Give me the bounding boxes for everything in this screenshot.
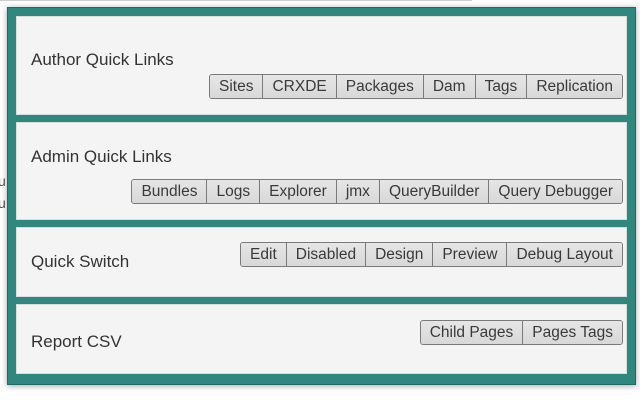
jmx-button[interactable]: jmx — [335, 180, 379, 203]
admin-quick-links-title: Admin Quick Links — [31, 147, 172, 166]
querybuilder-button[interactable]: QueryBuilder — [378, 180, 489, 203]
edit-button[interactable]: Edit — [241, 243, 286, 266]
debug-layout-button[interactable]: Debug Layout — [506, 243, 622, 266]
quick-switch-buttons: Edit Disabled Design Preview Debug Layou… — [240, 242, 623, 267]
design-button[interactable]: Design — [365, 243, 433, 266]
explorer-button[interactable]: Explorer — [259, 180, 336, 203]
author-quick-links-buttons: Sites CRXDE Packages Dam Tags Replicatio… — [209, 74, 623, 99]
packages-button[interactable]: Packages — [335, 75, 423, 98]
report-csv-panel: Report CSV Child Pages Pages Tags — [16, 304, 627, 374]
background-text: u u — [0, 170, 6, 214]
admin-quick-links-buttons: Bundles Logs Explorer jmx QueryBuilder Q… — [131, 179, 623, 204]
quick-links-popup: Author Quick Links Sites CRXDE Packages … — [7, 7, 636, 385]
crxde-button[interactable]: CRXDE — [262, 75, 336, 98]
logs-button[interactable]: Logs — [206, 180, 260, 203]
background-glyph: u — [0, 173, 6, 189]
author-quick-links-title: Author Quick Links — [31, 50, 174, 69]
tags-button[interactable]: Tags — [474, 75, 527, 98]
report-csv-buttons: Child Pages Pages Tags — [419, 320, 623, 345]
background-glyph: u — [0, 195, 6, 211]
background-divider — [0, 0, 472, 1]
page: u u Author Quick Links Sites CRXDE Packa… — [0, 0, 640, 400]
report-csv-title: Report CSV — [31, 332, 122, 351]
replication-button[interactable]: Replication — [526, 75, 622, 98]
quick-switch-title: Quick Switch — [31, 252, 130, 271]
quick-switch-panel: Quick Switch Edit Disabled Design Previe… — [16, 227, 627, 297]
preview-button[interactable]: Preview — [432, 243, 507, 266]
author-quick-links-panel: Author Quick Links Sites CRXDE Packages … — [16, 16, 627, 115]
dam-button[interactable]: Dam — [422, 75, 475, 98]
admin-quick-links-panel: Admin Quick Links Bundles Logs Explorer … — [16, 122, 627, 220]
bundles-button[interactable]: Bundles — [132, 180, 207, 203]
child-pages-button[interactable]: Child Pages — [420, 321, 523, 344]
sites-button[interactable]: Sites — [210, 75, 263, 98]
query-debugger-button[interactable]: Query Debugger — [488, 180, 622, 203]
pages-tags-button[interactable]: Pages Tags — [522, 321, 622, 344]
disabled-button[interactable]: Disabled — [285, 243, 366, 266]
